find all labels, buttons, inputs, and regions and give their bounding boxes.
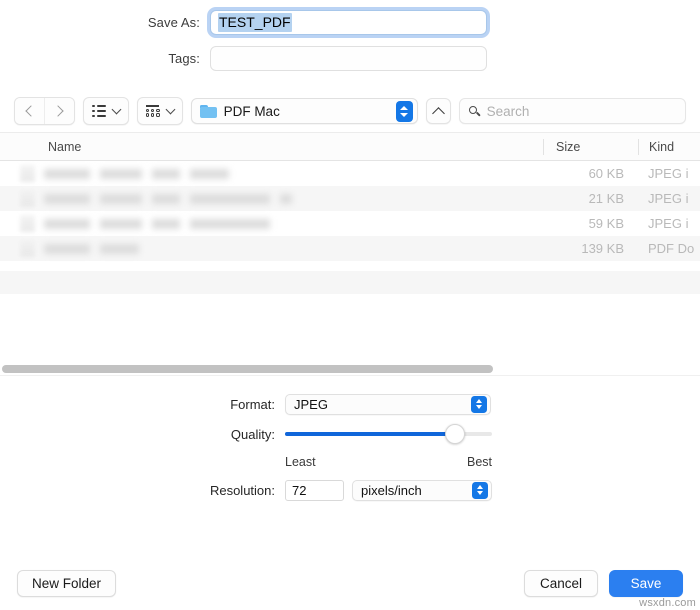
chevron-down-icon xyxy=(165,104,176,115)
quality-max-label: Best xyxy=(466,454,492,469)
file-size-cell: 139 KB xyxy=(581,241,624,256)
folder-icon xyxy=(199,104,217,118)
quality-min-label: Least xyxy=(285,454,316,469)
save-as-value: TEST_PDF xyxy=(218,13,292,32)
table-row[interactable]: 21 KB JPEG i xyxy=(0,186,700,211)
search-input[interactable]: Search xyxy=(458,98,686,124)
tags-row: Tags: xyxy=(0,44,700,73)
column-header-kind[interactable]: Kind xyxy=(638,138,700,155)
confirm-buttons: Cancel Save xyxy=(524,569,683,597)
forward-button[interactable] xyxy=(44,98,74,124)
file-icon xyxy=(20,215,35,232)
save-as-label: Save As: xyxy=(147,15,200,30)
dialog-button-bar: New Folder Cancel Save xyxy=(0,556,700,610)
file-name-cell xyxy=(0,215,543,232)
file-name-redacted xyxy=(44,168,229,179)
tags-label: Tags: xyxy=(168,51,200,66)
tags-input[interactable] xyxy=(210,46,487,71)
file-list-header: Name Size Kind xyxy=(0,132,700,161)
format-label: Format: xyxy=(230,396,275,412)
file-kind-cell: PDF Do xyxy=(648,241,695,256)
column-header-name[interactable]: Name xyxy=(0,140,543,154)
resolution-input[interactable]: 72 xyxy=(285,479,344,501)
file-list-empty-space[interactable] xyxy=(0,261,700,269)
list-view-icon xyxy=(92,104,106,118)
file-size-cell: 59 KB xyxy=(588,216,624,231)
chevron-left-icon xyxy=(25,105,37,117)
quality-label: Quality: xyxy=(230,426,275,442)
save-button[interactable]: Save xyxy=(609,569,683,597)
file-size-cell: 60 KB xyxy=(588,166,624,181)
quality-endlabels-row: Least Best xyxy=(0,452,700,470)
resolution-row: Resolution: 72 pixels/inch xyxy=(0,478,700,502)
resolution-label: Resolution: xyxy=(209,482,275,498)
nav-buttons-group xyxy=(14,97,75,125)
list-view-button[interactable] xyxy=(83,97,129,125)
group-view-button[interactable] xyxy=(137,97,183,125)
file-icon xyxy=(20,240,35,257)
quality-row: Quality: xyxy=(0,422,700,446)
format-row: Format: JPEG xyxy=(0,392,700,416)
file-name-redacted xyxy=(44,193,292,204)
browser-toolbar: PDF Mac Search xyxy=(0,90,700,132)
save-as-row: Save As: TEST_PDF xyxy=(0,8,700,37)
file-size-cell: 21 KB xyxy=(588,191,624,206)
table-row[interactable]: 60 KB JPEG i xyxy=(0,161,700,186)
chevron-right-icon xyxy=(52,105,64,117)
location-popup-button[interactable]: PDF Mac xyxy=(190,98,418,124)
save-dialog: Save As: TEST_PDF Tags: PDF Mac Search N… xyxy=(0,0,700,610)
search-icon xyxy=(468,105,480,117)
back-button[interactable] xyxy=(15,98,44,124)
table-row[interactable]: 59 KB JPEG i xyxy=(0,211,700,236)
grid-view-icon xyxy=(146,105,160,117)
file-icon xyxy=(20,165,35,182)
file-kind-cell: JPEG i xyxy=(648,166,689,181)
resolution-value: 72 xyxy=(292,482,307,498)
file-name-redacted xyxy=(44,243,139,254)
file-name-cell xyxy=(0,190,543,207)
name-fields-area: Save As: TEST_PDF Tags: xyxy=(0,0,700,90)
export-options-panel: Format: JPEG Quality: Least Best Resolut… xyxy=(0,376,700,508)
file-kind-cell: JPEG i xyxy=(648,191,689,206)
watermark: wsxdn.com xyxy=(639,597,696,609)
unit-stepper-icon[interactable] xyxy=(472,481,488,499)
slider-thumb[interactable] xyxy=(444,424,465,444)
cancel-button[interactable]: Cancel xyxy=(524,569,598,597)
expand-collapse-button[interactable] xyxy=(425,98,451,124)
resolution-unit-select[interactable]: pixels/inch xyxy=(352,479,492,501)
file-name-redacted xyxy=(44,218,276,229)
column-header-size[interactable]: Size xyxy=(543,138,638,155)
chevron-down-icon xyxy=(111,104,122,115)
chevron-up-icon xyxy=(431,106,445,120)
file-name-cell xyxy=(0,240,543,257)
file-list-blank-area[interactable] xyxy=(0,294,700,364)
new-folder-button[interactable]: New Folder xyxy=(17,569,117,597)
quality-slider[interactable] xyxy=(285,424,492,444)
resolution-unit-value: pixels/inch xyxy=(361,482,422,498)
save-as-input[interactable]: TEST_PDF xyxy=(210,10,487,35)
file-list[interactable]: 60 KB JPEG i 21 KB JPEG i 59 KB JPEG i 1… xyxy=(0,161,700,271)
location-stepper-icon[interactable] xyxy=(395,100,413,122)
table-row[interactable]: 139 KB PDF Do xyxy=(0,236,700,261)
slider-fill xyxy=(285,432,455,436)
format-value: JPEG xyxy=(294,396,328,412)
horizontal-scrollbar[interactable] xyxy=(0,364,700,376)
format-stepper-icon[interactable] xyxy=(471,395,487,413)
file-name-cell xyxy=(0,165,543,182)
file-kind-cell: JPEG i xyxy=(648,216,689,231)
quality-end-labels: Least Best xyxy=(285,455,492,469)
file-icon xyxy=(20,190,35,207)
search-placeholder: Search xyxy=(486,103,530,119)
file-list-band xyxy=(0,271,700,294)
scrollbar-thumb[interactable] xyxy=(2,365,493,373)
location-label: PDF Mac xyxy=(223,103,280,119)
format-select[interactable]: JPEG xyxy=(285,393,491,415)
